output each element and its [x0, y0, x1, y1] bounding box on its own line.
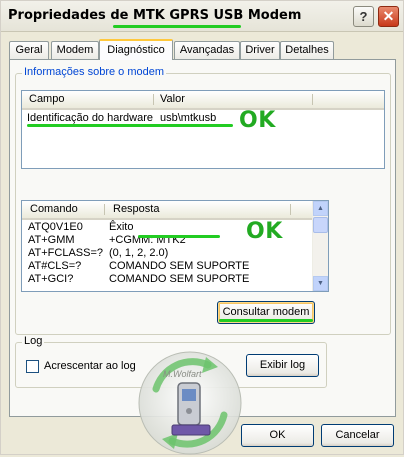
title-annotation-underline [113, 25, 241, 28]
scroll-up-icon[interactable]: ▲ [313, 201, 328, 216]
modem-info-group: Informações sobre o modem Campo Valor Id… [15, 66, 391, 335]
cancel-button[interactable]: Cancelar [321, 424, 394, 447]
command-cell: ATQ0V1E0 [28, 221, 83, 233]
command-cell: AT#CLS=? [28, 260, 82, 272]
title-bar[interactable]: Propriedades de MTK GPRS USB Modem ? ✕ [1, 1, 403, 32]
column-resposta[interactable]: Resposta [113, 203, 159, 215]
hardware-info-header: Campo Valor [22, 91, 384, 110]
tab-geral[interactable]: Geral [9, 41, 49, 59]
append-log-checkbox[interactable] [26, 360, 39, 373]
ok-button[interactable]: OK [241, 424, 314, 447]
response-cell: (0, 1, 2, 2.0) [109, 247, 169, 259]
response-annotation-underline [138, 235, 220, 238]
response-scrollbar[interactable]: ▲ ▼ [312, 201, 328, 291]
response-ok-annotation: OK [246, 219, 283, 244]
column-separator [312, 94, 313, 105]
append-log-label[interactable]: Acrescentar ao log [44, 360, 136, 372]
close-button[interactable]: ✕ [378, 6, 399, 27]
modem-info-group-title: Informações sobre o modem [22, 66, 167, 78]
hardware-field: Identificação do hardware [27, 112, 153, 124]
tab-avancadas[interactable]: Avançadas [174, 41, 240, 59]
response-cell: Êxito [109, 221, 134, 233]
watermark-logo [138, 351, 242, 455]
diagnostic-response-header: Comando Resposta [22, 201, 328, 220]
scroll-down-icon[interactable]: ▼ [313, 276, 328, 291]
tab-diagnostico[interactable]: Diagnóstico [99, 39, 173, 60]
scroll-thumb[interactable] [313, 217, 328, 233]
tab-modem[interactable]: Modem [51, 41, 99, 59]
column-separator [290, 204, 291, 215]
table-row[interactable]: AT+FCLASS=? (0, 1, 2, 2.0) [22, 247, 312, 260]
table-row[interactable]: AT+GCI? COMANDO SEM SUPORTE [22, 273, 312, 286]
command-cell: AT+GCI? [28, 273, 74, 285]
watermark-text: M.Wolfart [163, 369, 202, 379]
tab-driver[interactable]: Driver [240, 41, 280, 59]
command-cell: AT+GMM [28, 234, 75, 246]
diagnostic-response-list[interactable]: Comando Resposta ATQ0V1E0 Êxito AT+GMM +… [21, 200, 329, 292]
column-separator [104, 204, 105, 215]
hardware-annotation-underline [27, 124, 233, 127]
response-cell: COMANDO SEM SUPORTE [109, 273, 250, 285]
response-cell: COMANDO SEM SUPORTE [109, 260, 250, 272]
window-title: Propriedades de MTK GPRS USB Modem [8, 8, 302, 23]
log-group-title: Log [22, 335, 45, 347]
column-comando[interactable]: Comando [30, 203, 78, 215]
help-button[interactable]: ? [353, 6, 374, 27]
column-campo[interactable]: Campo [29, 93, 64, 105]
column-valor[interactable]: Valor [160, 93, 185, 105]
hardware-value: usb\mtkusb [160, 112, 217, 124]
properties-dialog: Propriedades de MTK GPRS USB Modem ? ✕ G… [0, 0, 404, 455]
view-log-button[interactable]: Exibir log [246, 354, 319, 377]
query-button-annotation-underline [219, 319, 313, 322]
tab-detalhes[interactable]: Detalhes [280, 41, 334, 59]
hardware-info-list[interactable]: Campo Valor Identificação do hardware us… [21, 90, 385, 169]
hardware-ok-annotation: OK [239, 108, 276, 133]
table-row[interactable]: AT#CLS=? COMANDO SEM SUPORTE [22, 260, 312, 273]
command-cell: AT+FCLASS=? [28, 247, 103, 259]
column-separator [153, 94, 154, 105]
